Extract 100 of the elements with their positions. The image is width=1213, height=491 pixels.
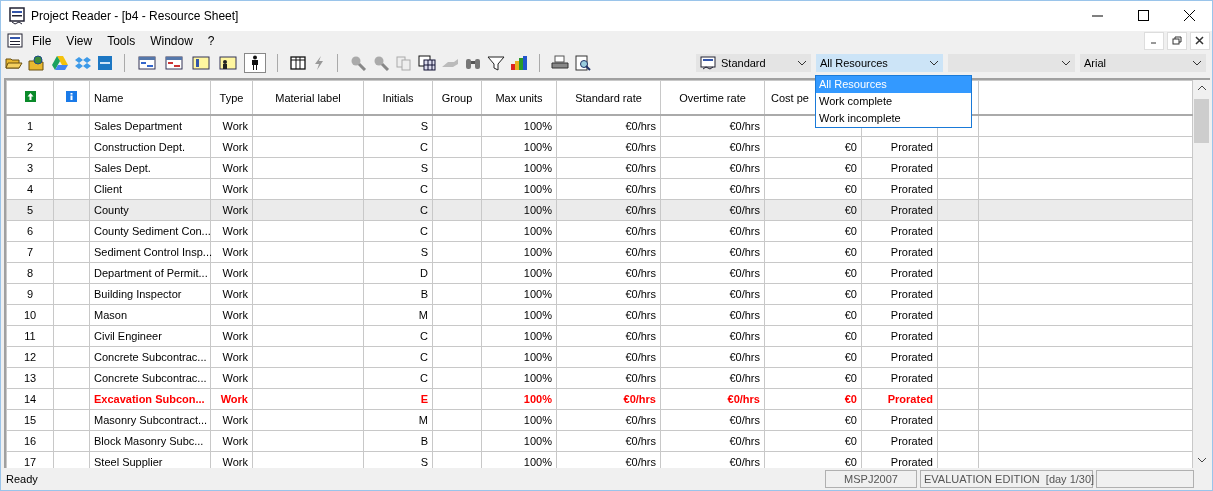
- table-cell: Prorated: [890, 288, 933, 300]
- table-cell: €0/hrs: [625, 141, 656, 153]
- restore-icon[interactable]: [1167, 32, 1187, 50]
- printer-icon[interactable]: [551, 55, 569, 71]
- table-cell: Work: [222, 141, 248, 153]
- table-cell: Work: [222, 162, 248, 174]
- table-cell: Work: [222, 309, 248, 321]
- bar-chart-icon[interactable]: [510, 55, 528, 71]
- table-cell: Excavation Subcon...: [94, 393, 205, 405]
- table-cell: €0: [844, 267, 857, 279]
- folder-globe-icon[interactable]: [28, 55, 46, 71]
- scroll-down-icon[interactable]: [1196, 457, 1207, 463]
- table-cell: 100%: [523, 162, 552, 174]
- table-cell: Prorated: [890, 330, 933, 342]
- document-icon: [7, 33, 23, 49]
- table-cell: 100%: [523, 267, 552, 279]
- square-logo-icon[interactable]: [97, 55, 113, 71]
- table-cell: 100%: [523, 414, 552, 426]
- table-cell: Sediment Control Insp...: [94, 246, 212, 258]
- row-number: 9: [26, 288, 34, 300]
- table-cell: 100%: [523, 309, 552, 321]
- scroll-up-icon[interactable]: [1196, 85, 1207, 91]
- view-button[interactable]: [190, 53, 212, 73]
- column-header[interactable]: Cost pe: [771, 91, 809, 104]
- table-cell: €0/hrs: [729, 309, 760, 321]
- scroll-thumb[interactable]: [1194, 99, 1209, 143]
- chevron-down-icon: [929, 60, 939, 66]
- table-cell: €0/hrs: [625, 267, 656, 279]
- print-preview-icon[interactable]: [574, 55, 592, 71]
- dropdown-field[interactable]: [948, 54, 1075, 72]
- window-icon: [700, 56, 716, 70]
- window-title: Project Reader - [b4 - Resource Sheet]: [31, 9, 239, 23]
- table-cell: 100%: [523, 330, 552, 342]
- table-cell: County Sediment Con...: [94, 225, 211, 237]
- menu-item[interactable]: ?: [207, 34, 215, 48]
- table-cell: Work: [222, 225, 248, 237]
- column-header[interactable]: Name: [94, 91, 124, 104]
- table-cell: C: [420, 330, 428, 342]
- table-cell: 100%: [523, 288, 552, 300]
- view-button[interactable]: [217, 53, 239, 73]
- view-button[interactable]: [244, 53, 266, 73]
- table-cell: Client: [94, 183, 123, 195]
- dropdown-option[interactable]: Work complete: [816, 93, 971, 110]
- table-cell: Prorated: [887, 393, 933, 405]
- table-cell: €0/hrs: [727, 393, 760, 405]
- column-header[interactable]: Initials: [382, 91, 414, 104]
- table-cell: €0/hrs: [625, 435, 656, 447]
- info-icon[interactable]: [66, 91, 77, 102]
- table-cell: €0/hrs: [625, 456, 656, 468]
- arrow-up-icon[interactable]: [24, 91, 36, 102]
- table-cell: €0/hrs: [729, 162, 760, 174]
- table-cell: Work: [222, 183, 248, 195]
- table-cell: €0/hrs: [729, 183, 760, 195]
- diamond-logo-icon[interactable]: [74, 55, 92, 71]
- table-cell: S: [420, 162, 428, 174]
- status-text: Ready: [5, 472, 39, 487]
- table-cell: 100%: [523, 120, 552, 132]
- triangle-logo-icon[interactable]: [51, 55, 69, 71]
- table-cell: 100%: [523, 204, 552, 216]
- scrollbar[interactable]: [1193, 80, 1210, 468]
- chevron-down-icon: [797, 60, 807, 66]
- table-cell: €0/hrs: [729, 225, 760, 237]
- row-number: 2: [26, 141, 34, 153]
- row-number: 5: [26, 204, 34, 216]
- table-cell: €0: [844, 309, 857, 321]
- menu-item[interactable]: View: [66, 34, 93, 48]
- table-cell: Work: [222, 435, 248, 447]
- table-cell: Sales Dept.: [94, 162, 151, 174]
- table-cell: €0: [844, 162, 857, 174]
- table-cell: €0/hrs: [625, 288, 656, 300]
- row-number: 16: [23, 435, 37, 447]
- table-cell: S: [420, 120, 428, 132]
- dropdown-option[interactable]: Work incomplete: [816, 110, 971, 127]
- table-cell: C: [420, 351, 428, 363]
- grid-icon[interactable]: [418, 55, 436, 71]
- maximize-icon[interactable]: [1138, 10, 1150, 22]
- menu-item[interactable]: Tools: [107, 34, 136, 48]
- folder-icon[interactable]: [5, 55, 23, 71]
- close-icon[interactable]: [1184, 10, 1196, 22]
- menu-item[interactable]: File: [32, 34, 52, 48]
- table-cell: 100%: [523, 393, 552, 405]
- table-cell: Block Masonry Subc...: [94, 435, 204, 447]
- table-cell: Work: [222, 456, 248, 468]
- table-cell: 100%: [523, 435, 552, 447]
- table-cell: Concrete Subcontrac...: [94, 372, 207, 384]
- minimize-icon[interactable]: [1144, 32, 1164, 50]
- table-cell: €0/hrs: [625, 120, 656, 132]
- table-cell: €0/hrs: [729, 351, 760, 363]
- dropdown-field[interactable]: Arial: [1080, 54, 1206, 72]
- dropdown-field[interactable]: Standard: [696, 54, 811, 72]
- row-number: 17: [23, 456, 37, 468]
- table-cell: Masonry Subcontract...: [94, 414, 208, 426]
- table-cell: Work: [222, 267, 248, 279]
- table-cell: Sales Department: [94, 120, 183, 132]
- table-cell: 100%: [523, 456, 552, 468]
- app-icon: [9, 7, 25, 25]
- menu-item[interactable]: Window: [150, 34, 193, 48]
- zoom-in-icon[interactable]: [349, 55, 367, 71]
- table-icon[interactable]: [289, 55, 307, 71]
- filter-icon[interactable]: [487, 55, 505, 71]
